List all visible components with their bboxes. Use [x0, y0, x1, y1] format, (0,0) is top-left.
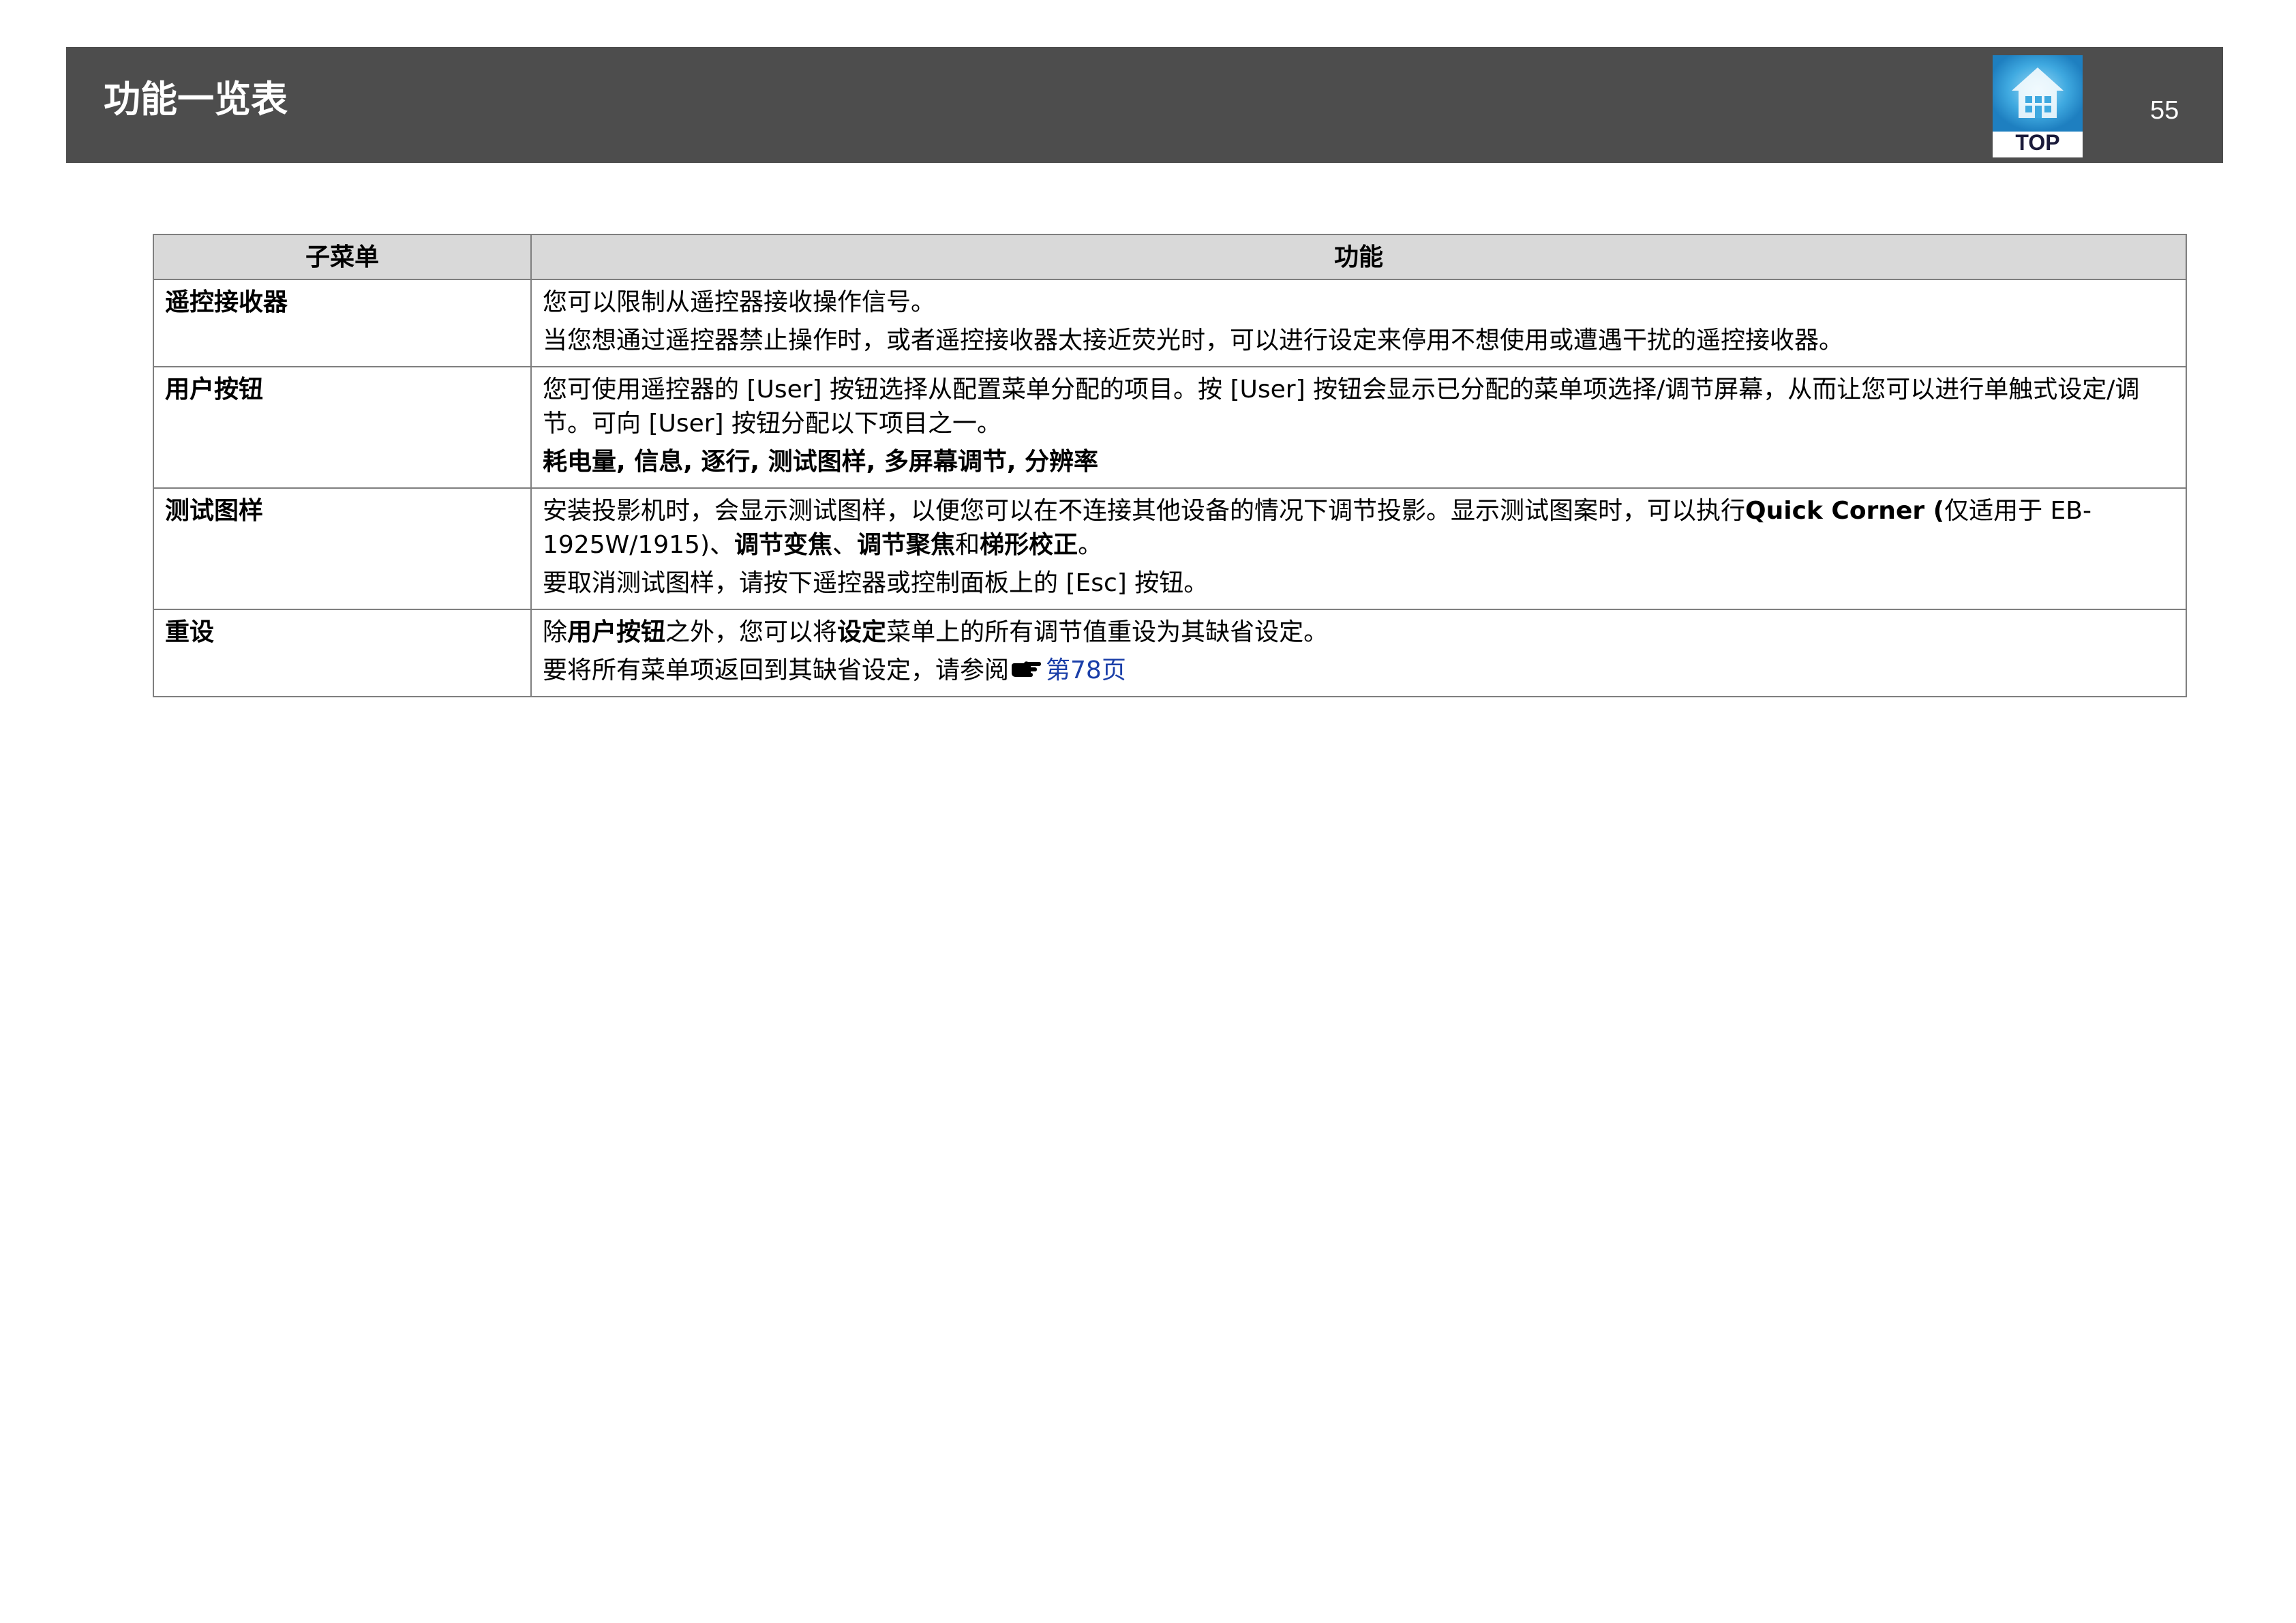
bold-term: Quick Corner ( — [1745, 497, 1945, 525]
description-paragraph: 除用户按钮之外，您可以将设定菜单上的所有调节值重设为其缺省设定。 — [543, 616, 2175, 650]
table-header-row: 子菜单 功能 — [153, 234, 2187, 280]
function-description: 您可使用遥控器的 [User] 按钮选择从配置菜单分配的项目。按 [User] … — [530, 366, 2187, 489]
submenu-name: 用户按钮 — [153, 366, 532, 489]
column-header-function: 功能 — [530, 234, 2187, 280]
page-header: 功能一览表 TOP 55 — [66, 47, 2223, 163]
page-reference-link[interactable]: 第78页 — [1046, 656, 1126, 684]
page-title: 功能一览表 — [104, 78, 288, 121]
description-paragraph: 您可使用遥控器的 [User] 按钮选择从配置菜单分配的项目。按 [User] … — [543, 376, 2140, 438]
bold-term: 调节变焦 — [734, 531, 833, 559]
top-button-label: TOP — [2015, 130, 2060, 155]
description-paragraph: 要取消测试图样，请按下遥控器或控制面板上的 [Esc] 按钮。 — [543, 569, 1209, 597]
bold-term: 调节聚焦 — [857, 531, 956, 559]
function-description: 安装投影机时，会显示测试图样，以便您可以在不连接其他设备的情况下调节投影。显示测… — [530, 487, 2187, 610]
submenu-name: 重设 — [153, 609, 532, 697]
function-description: 您可以限制从遥控器接收操作信号。 当您想通过遥控器禁止操作时，或者遥控接收器太接… — [530, 279, 2187, 367]
function-description: 除用户按钮之外，您可以将设定菜单上的所有调节值重设为其缺省设定。 要将所有菜单项… — [530, 609, 2187, 697]
description-paragraph: 安装投影机时，会显示测试图样，以便您可以在不连接其他设备的情况下调节投影。显示测… — [543, 494, 2175, 562]
text-segment: 之外，您可以将 — [665, 618, 838, 646]
text-segment: 安装投影机时，会显示测试图样，以便您可以在不连接其他设备的情况下调节投影。显示测… — [543, 497, 1746, 525]
table-row: 遥控接收器 您可以限制从遥控器接收操作信号。 当您想通过遥控器禁止操作时，或者遥… — [153, 279, 2187, 367]
description-paragraph: 当您想通过遥控器禁止操作时，或者遥控接收器太接近荧光时，可以进行设定来停用不想使… — [543, 327, 1844, 354]
top-button[interactable]: TOP — [1993, 55, 2083, 157]
table-row: 用户按钮 您可使用遥控器的 [User] 按钮选择从配置菜单分配的项目。按 [U… — [153, 366, 2187, 489]
table-row: 测试图样 安装投影机时，会显示测试图样，以便您可以在不连接其他设备的情况下调节投… — [153, 487, 2187, 610]
pointing-hand-icon — [1012, 661, 1042, 677]
submenu-name: 遥控接收器 — [153, 279, 532, 367]
submenu-name: 测试图样 — [153, 487, 532, 610]
description-paragraph: 要将所有菜单项返回到其缺省设定，请参阅 第78页 — [543, 654, 2175, 688]
page-number: 55 — [2150, 96, 2179, 125]
bold-term: 用户按钮 — [567, 618, 666, 646]
text-segment: 菜单上的所有调节值重设为其缺省设定。 — [886, 618, 1329, 646]
text-segment: 、 — [832, 531, 858, 559]
text-segment: 要将所有菜单项返回到其缺省设定，请参阅 — [543, 656, 1010, 684]
text-segment: 和 — [955, 531, 980, 559]
bold-term: 设定 — [837, 618, 887, 646]
text-segment: 除 — [543, 618, 568, 646]
text-segment: 。 — [1078, 531, 1103, 559]
description-paragraph: 您可以限制从遥控器接收操作信号。 — [543, 288, 936, 316]
column-header-submenu: 子菜单 — [153, 234, 532, 280]
assignable-items-list: 耗电量, 信息, 逐行, 测试图样, 多屏幕调节, 分辨率 — [543, 448, 1099, 476]
bold-term: 梯形校正 — [980, 531, 1078, 559]
function-table: 子菜单 功能 遥控接收器 您可以限制从遥控器接收操作信号。 当您想通过遥控器禁止… — [153, 234, 2187, 697]
table-row: 重设 除用户按钮之外，您可以将设定菜单上的所有调节值重设为其缺省设定。 要将所有… — [153, 609, 2187, 697]
